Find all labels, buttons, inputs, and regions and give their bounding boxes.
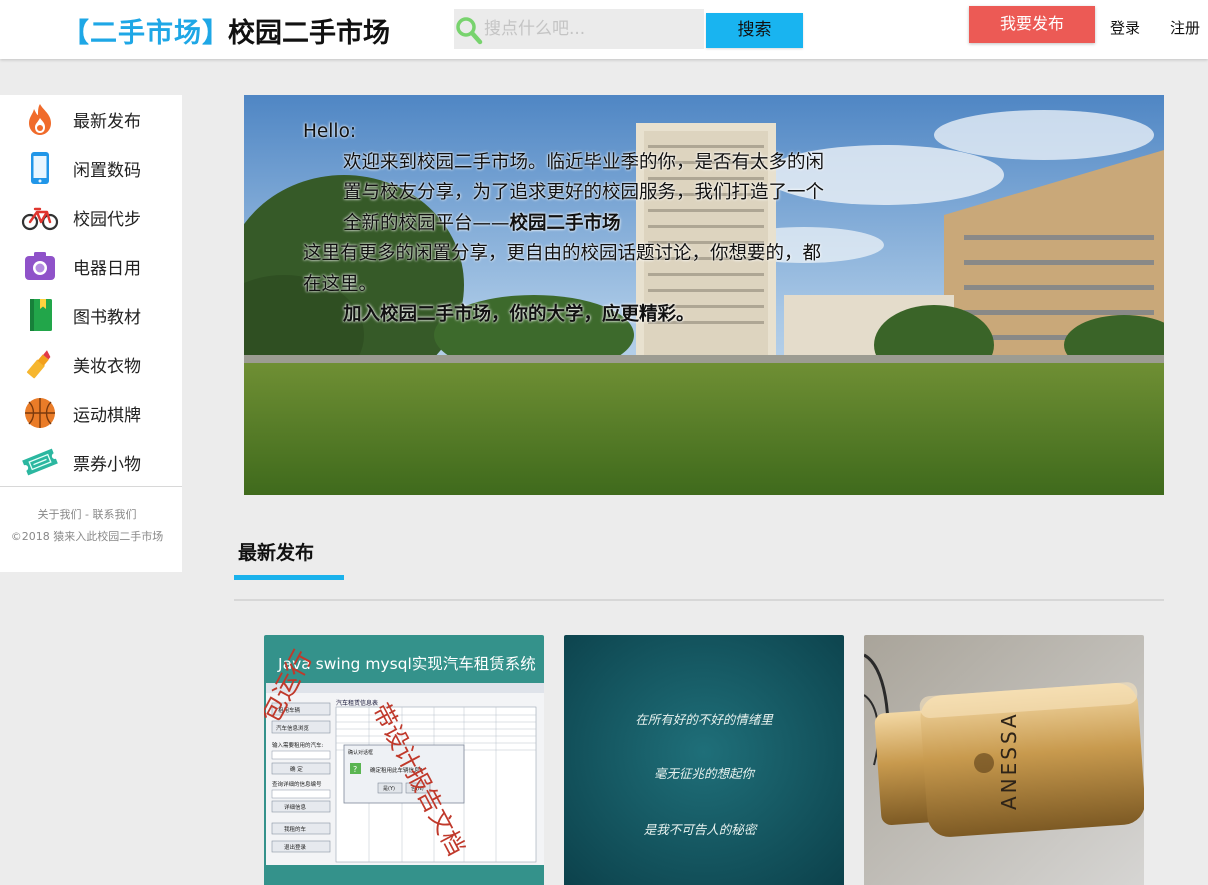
campus-banner: Hello: 欢迎来到校园二手市场。临近毕业季的你，是否有太多的闲置与校友分享，… — [244, 95, 1164, 495]
site-title[interactable]: 校园二手市场 — [228, 11, 390, 50]
basketball-icon — [25, 398, 55, 428]
sidebar-item-latest[interactable]: 最新发布 — [0, 95, 182, 144]
sidebar-item-label: 图书教材 — [73, 308, 141, 328]
dialog-yes-button: 是(Y) — [383, 786, 395, 792]
logo-bracket[interactable]: 【二手市场】 — [62, 11, 230, 50]
book-icon — [30, 299, 52, 331]
banner-site-name: 校园二手市场 — [509, 212, 621, 234]
sidebar-item-transport[interactable]: 校园代步 — [0, 193, 182, 242]
sidebar-item-sports[interactable]: 运动棋牌 — [0, 389, 182, 438]
sidebar-item-tickets[interactable]: 票券小物 — [0, 438, 182, 487]
product-card-sunscreen[interactable]: ANESSA — [864, 635, 1144, 885]
svg-text:?: ? — [353, 765, 357, 774]
sidebar-item-digital[interactable]: 闲置数码 — [0, 144, 182, 193]
dialog-title: 确认对话框 — [348, 749, 373, 756]
sidebar-item-appliances[interactable]: 电器日用 — [0, 242, 182, 291]
poem-line-2: 毫无征兆的想起你 — [654, 766, 756, 781]
phone-icon — [31, 152, 49, 184]
query-label: 查询详细的信息编号 — [272, 780, 322, 788]
car-id-label: 输入需要租用的汽车: — [272, 741, 324, 749]
banner-paragraph-2: 这里有更多的闲置分享，更自由的校园话题讨论，你想要的，都在这里。 — [303, 243, 822, 295]
sidebar-item-cosmetics[interactable]: 美妆衣物 — [0, 340, 182, 389]
app-title: 汽车租赁信息表 — [336, 699, 378, 707]
lipstick-icon — [26, 350, 51, 379]
category-sidebar: 最新发布 闲置数码 校园代步 电器日用 图书教材 美妆衣物 运动棋牌 票券小物 … — [0, 95, 182, 572]
banner-paragraph-3: 加入校园二手市场，你的大学，应更精彩。 — [303, 300, 833, 331]
search-icon — [456, 17, 483, 45]
section-title-underline — [234, 575, 344, 580]
top-header: 【二手市场】 校园二手市场 搜索 我要发布 登录 注册 — [0, 0, 1208, 59]
sidebar-divider — [0, 486, 182, 487]
product-thumbnail: Java swing mysql实现汽车租赁系统 汽车租赁信息表 租用车辆 汽车… — [264, 635, 544, 885]
sidebar-footer-links[interactable]: 关于我们 - 联系我们 — [0, 506, 174, 522]
confirm-car-button: 确 定 — [290, 765, 303, 773]
login-link[interactable]: 登录 — [1110, 17, 1140, 38]
banner-welcome-text: Hello: 欢迎来到校园二手市场。临近毕业季的你，是否有太多的闲置与校友分享，… — [303, 117, 833, 331]
search-button[interactable]: 搜索 — [706, 13, 803, 48]
sidebar-item-label: 美妆衣物 — [73, 357, 141, 377]
sidebar-item-label: 电器日用 — [73, 259, 141, 279]
camera-icon — [25, 252, 55, 280]
sidebar-item-label: 校园代步 — [73, 210, 141, 230]
search-input[interactable] — [484, 9, 702, 49]
sidebar-item-label: 运动棋牌 — [73, 406, 141, 426]
logout-button: 退出登录 — [284, 843, 307, 851]
banner-paragraph-3-text: 加入校园二手市场，你的大学，应更精彩。 — [343, 304, 695, 325]
flame-icon — [29, 104, 51, 135]
banner-greeting: Hello: — [303, 121, 357, 142]
poem-line-1: 在所有好的不好的情绪里 — [635, 712, 774, 727]
sidebar-item-label: 最新发布 — [73, 112, 141, 132]
product-brand: ANESSA — [997, 711, 1021, 810]
product-thumbnail: 在所有好的不好的情绪里 毫无征兆的想起你 是我不可告人的秘密 — [564, 635, 844, 885]
section-title-latest: 最新发布 — [238, 542, 315, 564]
search-box — [454, 9, 704, 49]
poem-line-3: 是我不可告人的秘密 — [644, 822, 758, 837]
product-card-car-rental[interactable]: Java swing mysql实现汽车租赁系统 汽车租赁信息表 租用车辆 汽车… — [264, 635, 544, 885]
product-card-poem[interactable]: 在所有好的不好的情绪里 毫无征兆的想起你 是我不可告人的秘密 — [564, 635, 844, 885]
sidebar-item-books[interactable]: 图书教材 — [0, 291, 182, 340]
detail-button: 详细信息 — [284, 803, 307, 811]
banner-paragraph-1: 欢迎来到校园二手市场。临近毕业季的你，是否有太多的闲置与校友分享，为了追求更好的… — [303, 148, 833, 240]
my-rentals-button: 我租的车 — [284, 825, 307, 833]
bicycle-icon — [21, 207, 59, 231]
register-link[interactable]: 注册 — [1170, 17, 1200, 38]
copyright-text: ©2018 猿来入此校园二手市场 — [10, 530, 164, 543]
product-thumbnail: ANESSA — [864, 635, 1144, 885]
ticket-icon — [22, 448, 58, 476]
sidebar-item-label: 闲置数码 — [73, 161, 141, 181]
publish-button[interactable]: 我要发布 — [969, 6, 1095, 43]
sidebar-item-label: 票券小物 — [73, 455, 141, 475]
section-divider — [234, 599, 1164, 601]
